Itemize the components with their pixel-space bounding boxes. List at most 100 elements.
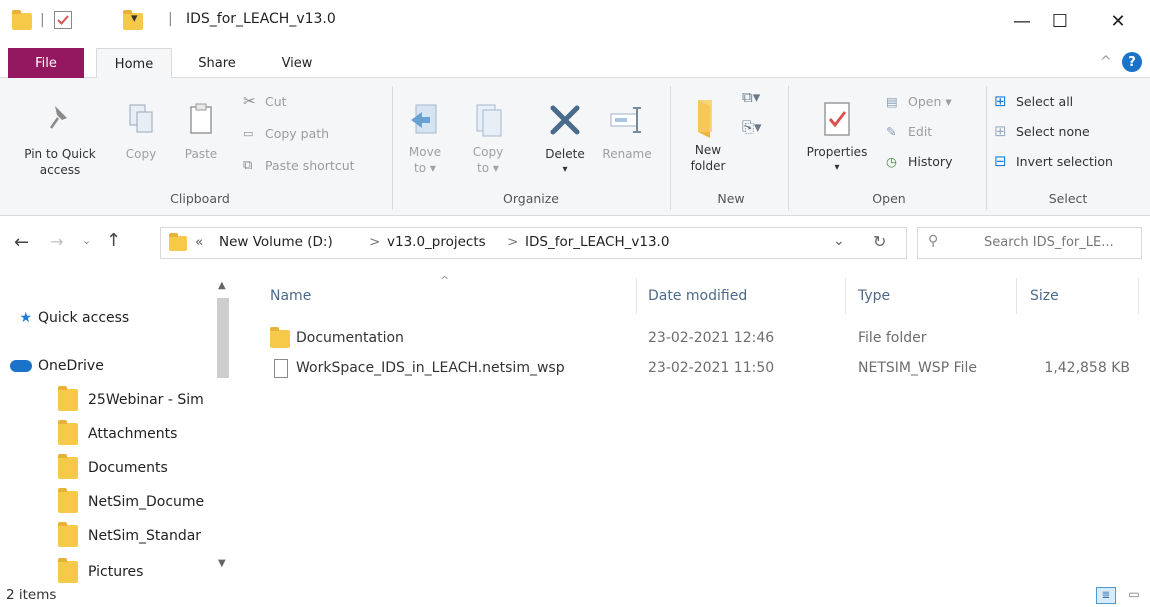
column-divider[interactable] [845, 278, 846, 314]
breadcrumb-current-folder[interactable]: IDS_for_LEACH_v13.0 [525, 234, 669, 250]
search-box[interactable]: ⚲ Search IDS_for_LE... [917, 227, 1142, 259]
scroll-up-icon[interactable]: ▲ [218, 280, 226, 291]
history-button[interactable]: ◷ History [886, 150, 952, 172]
paste-shortcut-button[interactable]: ⧉ Paste shortcut [243, 154, 355, 176]
properties-dropdown-icon[interactable]: ▾ [834, 160, 839, 176]
nav-quick-access[interactable]: ★ Quick access [0, 302, 232, 334]
copy-to-label-line2: to ▾ [477, 161, 499, 175]
breadcrumb-new-volume[interactable]: New Volume (D:) [219, 234, 333, 250]
open-group-label: Open [872, 191, 906, 206]
large-icons-view-icon[interactable]: ▭ [1124, 587, 1144, 604]
properties-label: Properties [806, 145, 868, 159]
nav-onedrive[interactable]: OneDrive [0, 350, 232, 382]
file-date: 23-02-2021 12:46 [648, 330, 775, 346]
folder-icon [58, 558, 78, 583]
folder-icon [270, 327, 290, 348]
ribbon-tabs: File Home Share View ^ ? [0, 48, 1150, 79]
scrollbar-thumb[interactable] [217, 298, 229, 378]
collapse-ribbon-icon[interactable]: ^ [1100, 54, 1112, 70]
easy-access-icon[interactable]: ⎘▾ [742, 118, 776, 148]
properties-button[interactable]: Properties ▾ [798, 100, 876, 176]
tab-share[interactable]: Share [182, 48, 252, 78]
tab-view[interactable]: View [262, 48, 332, 78]
help-icon[interactable]: ? [1122, 52, 1142, 72]
column-header-type[interactable]: Type [858, 278, 1008, 314]
nav-item-label: OneDrive [38, 358, 104, 374]
close-button[interactable]: ✕ [1090, 0, 1146, 42]
edit-button[interactable]: ✎ Edit [886, 120, 952, 142]
copy-button[interactable]: Copy [118, 102, 164, 162]
column-header-size[interactable]: Size [1030, 278, 1130, 314]
new-item-icon[interactable]: ⧉▾ [742, 88, 776, 118]
invert-selection-button[interactable]: ⊟ Invert selection [994, 150, 1113, 172]
select-none-button[interactable]: ⊞ Select none [994, 120, 1113, 142]
qat-separator: | [40, 12, 45, 28]
new-folder-button[interactable]: New folder [680, 96, 736, 174]
nav-folder[interactable]: Documents [0, 452, 232, 484]
scroll-down-icon[interactable]: ▼ [218, 558, 226, 569]
column-divider[interactable] [636, 278, 637, 314]
delete-button[interactable]: Delete ▾ [535, 100, 595, 178]
column-divider[interactable] [1138, 278, 1139, 314]
refresh-icon[interactable]: ↻ [873, 232, 886, 251]
nav-item-label: NetSim_Docume [88, 494, 205, 510]
properties-qat-icon[interactable] [54, 11, 72, 29]
delete-x-icon [550, 105, 580, 135]
maximize-button[interactable]: ☐ [1032, 0, 1088, 42]
back-arrow-icon[interactable]: ← [14, 232, 29, 253]
recent-locations-chevron-icon[interactable]: ⌄ [82, 234, 91, 247]
nav-item-label: 25Webinar - Sim [88, 392, 204, 408]
forward-arrow-icon[interactable]: → [50, 232, 63, 251]
rename-label: Rename [602, 147, 652, 161]
nav-item-label: NetSim_Standar [88, 528, 202, 544]
address-dropdown-icon[interactable]: ⌄ [833, 233, 845, 249]
breadcrumb-separator[interactable]: > [369, 234, 380, 250]
nav-scrollbar[interactable]: ▲ ▼ [214, 276, 232, 586]
paste-button[interactable]: Paste [176, 102, 226, 162]
open-label: Open ▾ [908, 93, 952, 109]
breadcrumb-separator[interactable]: > [507, 234, 518, 250]
column-divider[interactable] [1016, 278, 1017, 314]
breadcrumb-projects[interactable]: v13.0_projects [387, 234, 486, 250]
pin-to-quick-access-button[interactable]: Pin to Quick access [12, 102, 108, 178]
table-row[interactable]: WorkSpace_IDS_in_LEACH.netsim_wsp 23-02-… [262, 356, 1142, 382]
up-arrow-icon[interactable]: ↑ [106, 230, 121, 251]
nav-folder[interactable]: Pictures [0, 556, 232, 586]
scissors-icon: ✂ [243, 92, 256, 110]
nav-folder[interactable]: NetSim_Docume [0, 486, 232, 518]
open-button[interactable]: ▤ Open ▾ [886, 90, 952, 112]
rename-button[interactable]: Rename [596, 100, 658, 162]
new-folder-label-line1: New [694, 143, 722, 157]
tab-file[interactable]: File [8, 48, 84, 78]
address-bar[interactable]: « New Volume (D:) > v13.0_projects > IDS… [160, 227, 907, 259]
open-icon: ▤ [886, 93, 898, 109]
cut-button[interactable]: ✂ Cut [243, 90, 355, 112]
paste-icon [190, 103, 212, 134]
tab-home[interactable]: Home [96, 48, 172, 79]
file-type: File folder [858, 330, 927, 346]
paste-label: Paste [184, 147, 218, 161]
nav-folder[interactable]: NetSim_Standar [0, 520, 232, 552]
folder-icon [58, 420, 78, 445]
folder-icon [169, 233, 187, 251]
column-header-name[interactable]: Name [270, 278, 630, 314]
file-type: NETSIM_WSP File [858, 360, 978, 376]
file-name: Documentation [296, 330, 404, 346]
details-view-icon[interactable]: ≣ [1096, 587, 1116, 604]
delete-dropdown-icon[interactable]: ▾ [562, 162, 567, 178]
column-header-date[interactable]: Date modified [648, 278, 838, 314]
folder-icon [58, 522, 78, 547]
table-row[interactable]: Documentation 23-02-2021 12:46 File fold… [262, 326, 1142, 352]
move-to-button[interactable]: Move to ▾ [400, 102, 450, 176]
select-all-button[interactable]: ⊞ Select all [994, 90, 1113, 112]
nav-item-label: Documents [88, 460, 168, 476]
folder-icon [12, 10, 32, 30]
qat-dropdown-icon[interactable]: ▾ [131, 11, 138, 26]
nav-folder[interactable]: Attachments [0, 418, 232, 450]
new-item-buttons: ⧉▾ ⎘▾ [742, 88, 776, 148]
nav-folder[interactable]: 25Webinar - Sim [0, 384, 232, 416]
copy-path-button[interactable]: ▭ Copy path [243, 122, 355, 144]
search-input[interactable]: Search IDS_for_LE... [984, 235, 1114, 250]
breadcrumb-overflow[interactable]: « [195, 234, 203, 250]
copy-to-button[interactable]: Copy to ▾ [463, 102, 513, 176]
